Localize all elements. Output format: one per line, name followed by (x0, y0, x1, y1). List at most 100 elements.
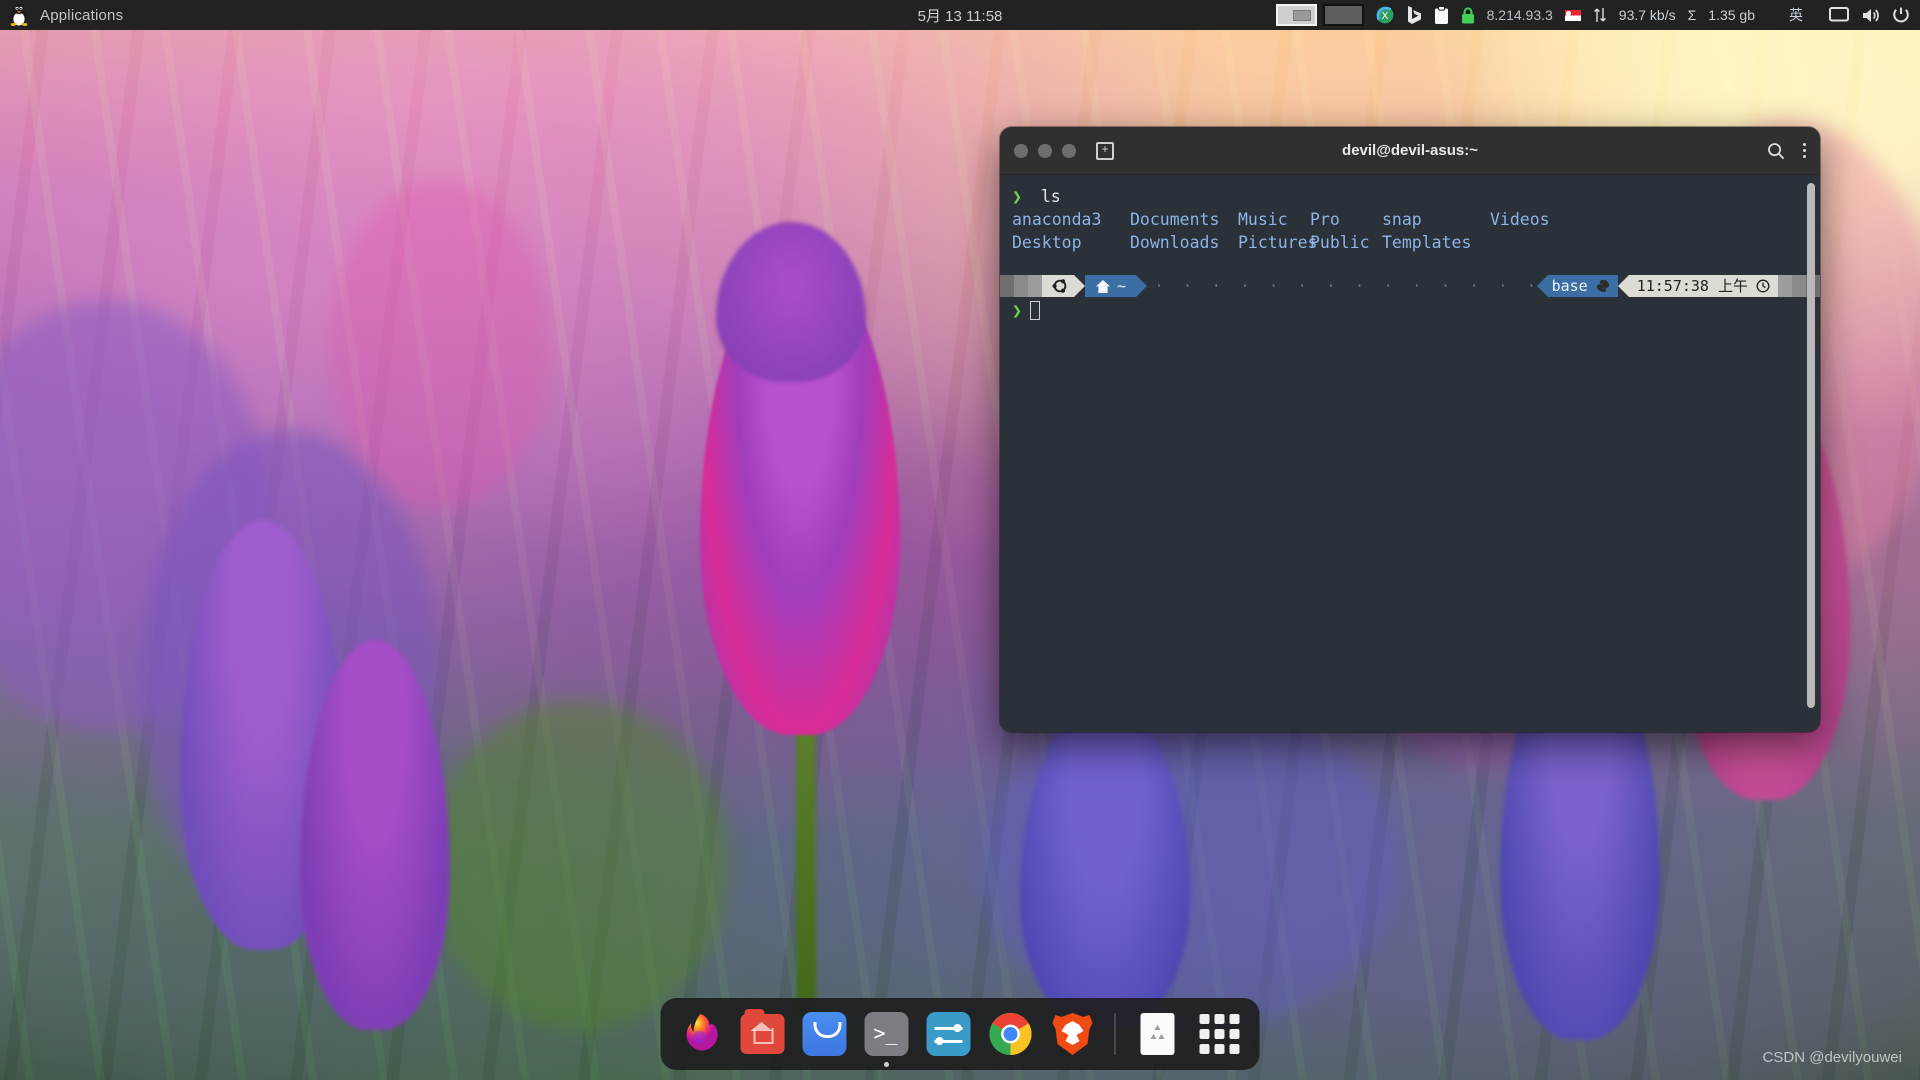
dock-item-chrome[interactable] (987, 1010, 1035, 1058)
maximize-button[interactable] (1062, 143, 1076, 158)
dock-item-trash[interactable] (1134, 1010, 1182, 1058)
data-total: 1.35 gb (1708, 7, 1755, 23)
home-icon (1096, 279, 1110, 293)
titlebar-actions (1767, 142, 1806, 160)
terminal-icon: >_ (864, 1012, 909, 1056)
statusline-path: ~ (1085, 275, 1137, 297)
svg-text:X: X (1381, 11, 1388, 22)
applications-menu[interactable]: Applications (40, 7, 123, 24)
terminal-titlebar[interactable]: devil@devil-asus:~ (1000, 127, 1820, 175)
running-indicator (884, 1062, 889, 1067)
statusline-arrow (1074, 275, 1085, 297)
dock-item-brave[interactable] (1049, 1010, 1097, 1058)
up-down-arrows-icon (1593, 7, 1607, 23)
ls-entry: Music (1238, 210, 1288, 229)
ls-entry: Pictures (1238, 233, 1318, 252)
search-icon[interactable] (1767, 142, 1785, 160)
statusline-dots: · · · · · · · · · · · · · · · · · · · · … (1155, 278, 1537, 294)
prompt-symbol: ❯ (1012, 187, 1022, 206)
network-speed: 93.7 kb/s (1618, 7, 1676, 23)
ls-entry: Templates (1382, 233, 1472, 252)
clipboard-icon[interactable] (1434, 5, 1449, 25)
ls-output-row: Desktop Downloads Pictures Public Templa… (1012, 231, 1820, 254)
settings-icon (926, 1012, 971, 1056)
terminal-body[interactable]: ❯ ls anaconda3 Documents Music Pro snap … (1000, 175, 1820, 732)
minimize-button[interactable] (1038, 143, 1052, 158)
terminal-command-line: ❯ ls (1012, 185, 1820, 208)
display-icon[interactable] (1829, 7, 1849, 23)
dock-item-show-apps[interactable] (1196, 1010, 1244, 1058)
terminal-input-line[interactable]: ❯ (1012, 299, 1820, 322)
dock-divider (1114, 1013, 1116, 1055)
statusline-arrow (1536, 275, 1548, 297)
statusline-filler-4 (1778, 275, 1792, 297)
singapore-flag-icon (1564, 9, 1581, 21)
terminal-scrollbar[interactable] (1807, 183, 1815, 723)
statusline-arrow (1617, 275, 1629, 297)
statusline-arrow (1136, 275, 1148, 297)
clock-icon (1756, 279, 1770, 293)
dock-item-terminal[interactable]: >_ (863, 1010, 911, 1067)
ls-entry: Documents (1130, 210, 1220, 229)
top-panel: Applications 5月 13 11:58 X 8.214.93.3 93… (0, 0, 1920, 30)
ls-entry: Downloads (1130, 233, 1220, 252)
dock: >_ (660, 998, 1260, 1070)
workspace-1[interactable] (1275, 4, 1317, 26)
workspace-switcher[interactable] (1275, 4, 1364, 26)
statusline-filler-5 (1792, 275, 1806, 297)
chrome-icon (989, 1013, 1032, 1055)
wallpaper-bokeh (330, 180, 550, 510)
workspace-2[interactable] (1322, 4, 1364, 26)
files-icon (740, 1009, 785, 1054)
bing-b-icon[interactable] (1406, 5, 1422, 25)
tux-icon[interactable] (8, 3, 30, 27)
statusline-filler-3 (1028, 275, 1042, 297)
sigma-icon: Σ (1687, 7, 1697, 23)
top-panel-left: Applications (0, 3, 123, 27)
green-lock-icon[interactable] (1461, 6, 1475, 24)
window-controls[interactable] (1014, 143, 1076, 158)
close-button[interactable] (1014, 143, 1028, 158)
prompt-symbol: ❯ (1012, 301, 1022, 320)
window-title: devil@devil-asus:~ (1342, 142, 1478, 159)
dock-item-software[interactable] (801, 1010, 849, 1058)
new-tab-icon[interactable] (1096, 141, 1114, 160)
conda-env: base (1547, 275, 1618, 297)
ubuntu-icon (1042, 275, 1074, 297)
ls-entry: Pro (1310, 210, 1340, 229)
terminal-window[interactable]: devil@devil-asus:~ ❯ ls anaconda3 Docume… (1000, 127, 1820, 732)
wallpaper-bokeh (430, 700, 730, 1030)
text-cursor (1029, 301, 1040, 320)
volume-icon[interactable] (1861, 7, 1880, 24)
dock-item-settings[interactable] (925, 1010, 973, 1058)
firefox-icon (686, 1014, 718, 1051)
top-panel-right: X 8.214.93.3 93.7 kb/s Σ 1.35 gb 英 (1275, 4, 1920, 26)
grid-icon (1199, 1014, 1240, 1054)
ls-entry: anaconda3 (1012, 210, 1102, 229)
ls-entry: Public (1310, 233, 1370, 252)
ls-entry: Videos (1490, 210, 1550, 229)
python-icon (1596, 280, 1609, 292)
powerline-statusline: ~ · · · · · · · · · · · · · · · · · · · … (1000, 275, 1820, 297)
ls-output-row: anaconda3 Documents Music Pro snap Video… (1012, 208, 1820, 231)
prompt-time: 11:57:38 上午 (1636, 276, 1748, 295)
current-path: ~ (1117, 276, 1127, 295)
kebab-menu-icon[interactable] (1803, 143, 1806, 158)
ip-address[interactable]: 8.214.93.3 (1487, 7, 1553, 23)
power-icon[interactable] (1892, 6, 1910, 24)
green-circle-sync-icon[interactable]: X (1376, 6, 1394, 24)
lupine-flower-top (716, 222, 866, 382)
ls-entry: Desktop (1012, 233, 1082, 252)
ls-entry: snap (1382, 210, 1422, 229)
brave-icon (1052, 1013, 1093, 1055)
dock-item-firefox[interactable] (677, 1010, 725, 1058)
ls-entry (1490, 231, 1580, 254)
statusline-filler-1 (1000, 275, 1014, 297)
dock-item-files[interactable] (739, 1009, 787, 1058)
statusline-time: 11:57:38 上午 (1628, 275, 1778, 297)
software-icon (802, 1012, 847, 1056)
input-method-indicator[interactable]: 英 (1789, 5, 1803, 25)
typed-command: ls (1040, 187, 1061, 206)
scrollbar-thumb[interactable] (1807, 183, 1815, 708)
watermark: CSDN @devilyouwei (1762, 1049, 1902, 1066)
